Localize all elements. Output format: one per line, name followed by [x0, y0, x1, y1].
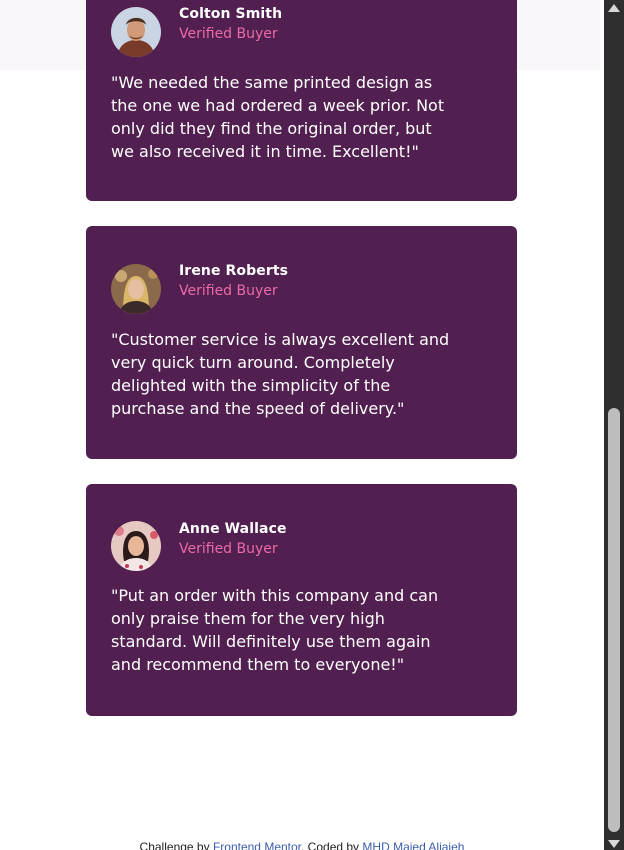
author-link[interactable]: MHD Majed Aljajeh — [362, 840, 464, 850]
scroll-down-arrow-icon[interactable] — [608, 840, 620, 848]
testimonial-card: Colton Smith Verified Buyer "We needed t… — [86, 0, 517, 201]
vertical-scrollbar[interactable] — [604, 0, 624, 850]
footer-middle: . Coded by — [301, 840, 360, 850]
avatar — [111, 264, 161, 314]
reviewer-name: Anne Wallace — [179, 521, 287, 537]
footer-prefix: Challenge by — [139, 840, 210, 850]
verified-badge: Verified Buyer — [179, 26, 278, 42]
testimonial-card: Anne Wallace Verified Buyer "Put an orde… — [86, 484, 517, 716]
verified-badge: Verified Buyer — [179, 541, 278, 557]
page: Colton Smith Verified Buyer "We needed t… — [0, 0, 604, 850]
testimonial-quote: "Customer service is always excellent an… — [111, 330, 450, 418]
testimonial-card: Irene Roberts Verified Buyer "Customer s… — [86, 226, 517, 459]
avatar — [111, 7, 161, 57]
reviewer-name: Irene Roberts — [179, 263, 289, 279]
avatar — [111, 521, 161, 571]
attribution-footer: Challenge by Frontend Mentor. Coded by M… — [0, 840, 604, 850]
scrollbar-thumb[interactable] — [608, 408, 620, 832]
scroll-up-arrow-icon[interactable] — [608, 4, 620, 12]
testimonial-quote: "Put an order with this company and can … — [111, 586, 439, 674]
verified-badge: Verified Buyer — [179, 283, 278, 299]
frontend-mentor-link[interactable]: Frontend Mentor — [213, 840, 301, 850]
testimonial-quote: "We needed the same printed design as th… — [111, 73, 445, 161]
reviewer-name: Colton Smith — [179, 6, 283, 22]
